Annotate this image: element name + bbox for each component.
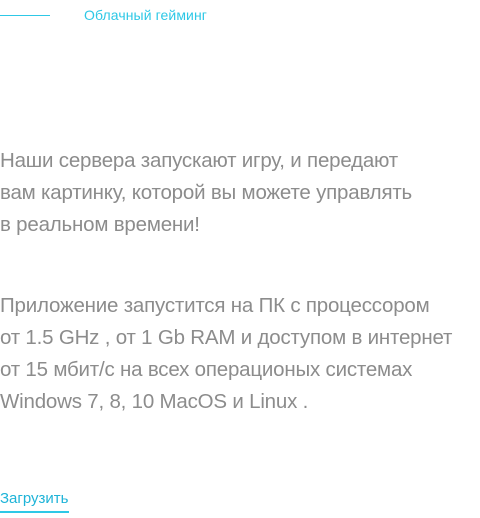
description-paragraph: Наши сервера запускают игру, и передают … <box>0 149 413 236</box>
download-link[interactable]: Загрузить <box>0 490 69 513</box>
requirements-paragraph: Приложение запустится на ПК с процессоро… <box>0 294 453 413</box>
section-eyebrow: Облачный гейминг <box>0 5 207 25</box>
eyebrow-divider <box>0 14 50 16</box>
eyebrow-label: Облачный гейминг <box>84 7 208 23</box>
